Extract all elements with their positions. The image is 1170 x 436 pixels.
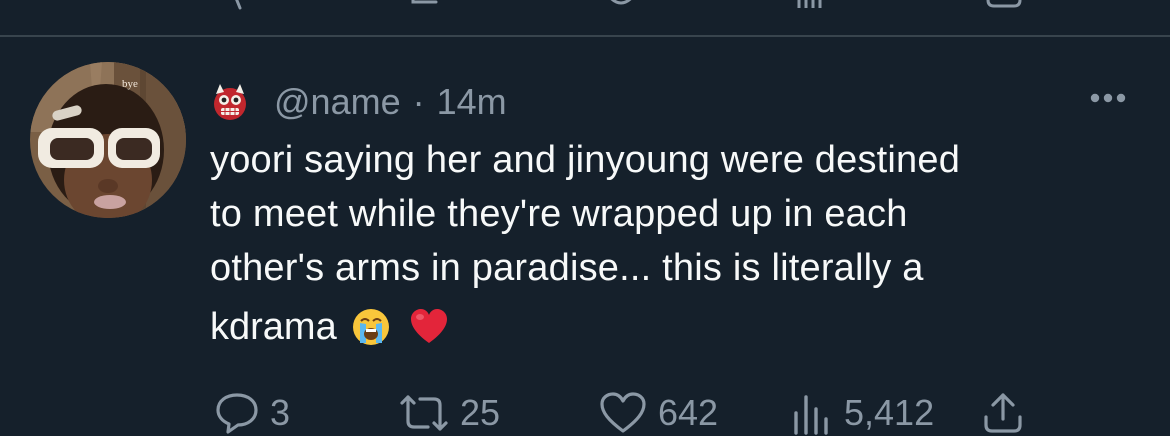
retweet-icon: [400, 395, 448, 431]
tweet-text-line: kdrama: [210, 305, 337, 348]
tweet-divider: [0, 35, 1170, 37]
loudly-crying-face-emoji-icon: [352, 309, 389, 345]
ogre-emoji-icon: [214, 84, 246, 120]
avatar-watermark-text: bye: [122, 78, 138, 90]
views-icon[interactable]: [795, 0, 829, 10]
tweet-text-line: other's arms in paradise... this is lite…: [210, 247, 924, 289]
views-count: 5,412: [844, 392, 935, 433]
more-icon[interactable]: [1088, 86, 1128, 110]
reply-icon[interactable]: [230, 0, 260, 10]
reply-icon: [216, 393, 258, 434]
like-button[interactable]: 642: [598, 390, 718, 436]
reply-count: 3: [270, 392, 291, 433]
header-separator: ·: [412, 81, 425, 122]
like-count: 642: [658, 392, 719, 433]
share-icon[interactable]: [984, 0, 1024, 10]
views-button[interactable]: 5,412: [790, 390, 934, 436]
tweet-text: yoori saying her and jinyoung were desti…: [210, 133, 1110, 295]
tweet-screen: bye @name · 14m yoori saying her and jin…: [0, 0, 1170, 436]
heart-icon[interactable]: [604, 0, 638, 10]
retweet-count: 25: [460, 392, 501, 433]
retweet-button[interactable]: 25: [398, 390, 500, 436]
views-icon: [794, 395, 828, 435]
reply-button[interactable]: 3: [214, 390, 290, 436]
tweet-timestamp[interactable]: 14m: [437, 81, 507, 123]
tweet-actions: 3 25 642 5,412: [0, 390, 1170, 436]
avatar[interactable]: bye: [30, 62, 186, 218]
red-heart-emoji-icon: [410, 309, 447, 343]
avatar-image: [30, 62, 186, 218]
share-icon: [984, 393, 1022, 433]
retweet-icon[interactable]: [410, 0, 446, 10]
heart-icon: [600, 392, 646, 433]
tweet-text-last-line: kdrama: [210, 298, 449, 356]
tweet-text-line: to meet while they're wrapped up in each: [210, 193, 908, 235]
user-handle[interactable]: @name: [274, 81, 401, 123]
tweet-text-line: yoori saying her and jinyoung were desti…: [210, 139, 961, 181]
tweet-header: @name · 14m: [210, 80, 507, 124]
share-button[interactable]: [980, 390, 1026, 436]
previous-tweet-actions: [0, 0, 1170, 10]
